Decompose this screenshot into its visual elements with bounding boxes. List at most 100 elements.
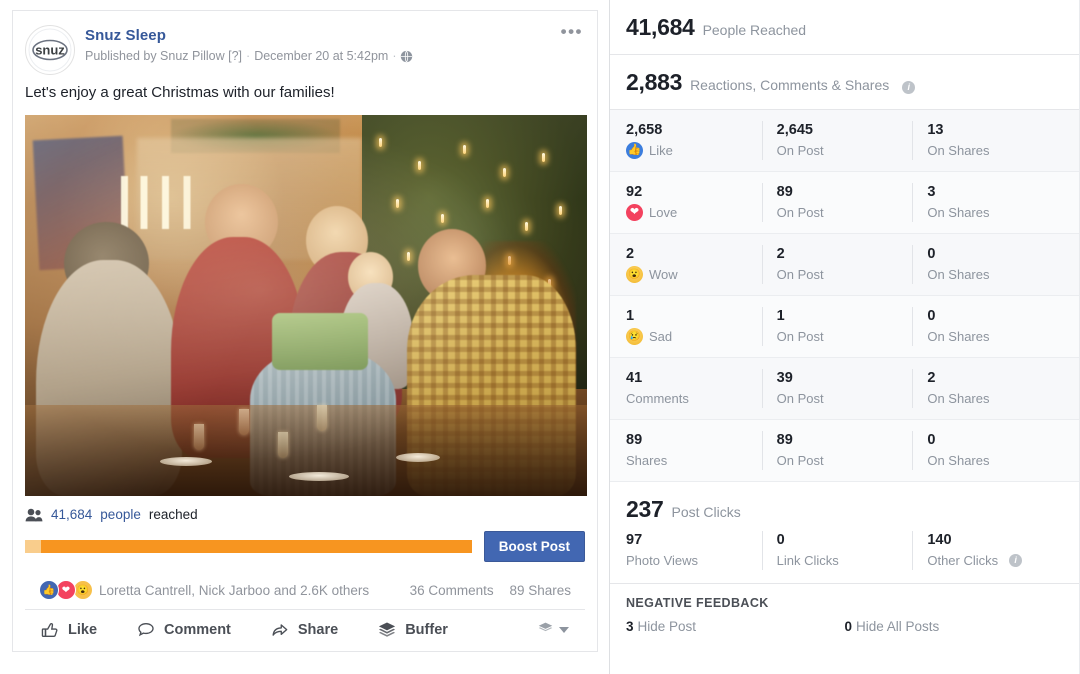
post-clicks-value: 237 <box>626 496 664 522</box>
engagement-counts: 36 Comments 89 Shares <box>398 583 571 598</box>
buffer-button[interactable]: Buffer <box>378 621 448 639</box>
like-button-label: Like <box>68 622 98 638</box>
reach-bar-fill <box>41 540 472 553</box>
stat-on-shares-value: 0 <box>927 308 936 324</box>
clicks-value: 0 <box>776 532 785 548</box>
shares-count[interactable]: 89 Shares <box>509 583 571 598</box>
post-meta: Published by Snuz Pillow [?] · December … <box>85 48 413 65</box>
stat-cell-on-shares: 13 On Shares <box>912 121 1063 160</box>
post-insights-screen: snuz Snuz Sleep Published by Snuz Pillow… <box>0 0 1080 674</box>
post-timestamp[interactable]: December 20 at 5:42pm <box>254 48 388 65</box>
stat-cell-on-shares: 3 On Shares <box>912 183 1063 222</box>
clicks-breakdown-row: 97 Photo Views 0 Link Clicks 140 Other C… <box>610 527 1079 584</box>
meta-separator-1: · <box>246 49 251 63</box>
stat-value: 2,658 <box>626 122 663 138</box>
clicks-value: 140 <box>927 532 952 548</box>
stat-on-shares-value: 3 <box>927 184 936 200</box>
reach-count[interactable]: 41,684 <box>51 507 92 522</box>
like-button[interactable]: Like <box>41 621 97 639</box>
page-name[interactable]: Snuz Sleep <box>85 27 413 45</box>
reach-summary: 41,684 people reached <box>25 507 585 522</box>
post-more-options-button[interactable]: ••• <box>561 23 583 40</box>
stat-cell-on-post: 2 On Post <box>761 245 913 284</box>
globe-icon <box>400 50 413 63</box>
stat-label: Comments <box>626 391 689 406</box>
stat-cell-on-post: 89 On Post <box>761 183 913 222</box>
stat-label-wrap: 👍 Like <box>626 141 762 160</box>
stat-cell-on-shares: 0 On Shares <box>912 431 1063 470</box>
stat-label: Shares <box>626 453 668 468</box>
wow-icon: 😮 <box>626 266 643 283</box>
negative-feedback-value: 0 <box>844 619 853 634</box>
stat-cell-on-shares: 0 On Shares <box>912 245 1063 284</box>
boost-post-button[interactable]: Boost Post <box>483 531 585 562</box>
engagement-summary-row: 👍 ❤ 😮 Loretta Cantrell, Nick Jarboo and … <box>25 568 585 610</box>
stat-on-shares-value: 0 <box>927 432 936 448</box>
stat-on-post-value: 89 <box>776 432 793 448</box>
share-button[interactable]: Share <box>271 621 338 639</box>
negative-feedback-item: 3 Hide Post <box>626 619 845 634</box>
stat-value: 2 <box>626 246 635 262</box>
stat-label-wrap: ❤ Love <box>626 203 762 222</box>
post-photo-wrapper <box>13 115 597 496</box>
people-icon <box>25 508 43 522</box>
reach-reached-word: reached <box>148 507 198 522</box>
stat-on-post-value: 2,645 <box>776 122 813 138</box>
stat-on-shares-label: On Shares <box>927 391 990 406</box>
table-row: 2,658 👍 Like 2,645 On Post 13 On Shares <box>610 110 1079 172</box>
table-row: 2 😮 Wow 2 On Post 0 On Shares <box>610 234 1079 296</box>
stat-on-post-label: On Post <box>776 329 824 344</box>
reactor-names[interactable]: Loretta Cantrell, Nick Jarboo and 2.6K o… <box>99 583 369 598</box>
stat-on-post-value: 1 <box>776 308 785 324</box>
stat-on-post-label: On Post <box>776 453 824 468</box>
avatar[interactable]: snuz <box>25 25 75 75</box>
reactions-total-row: 2,883 Reactions, Comments & Shares i <box>610 55 1079 110</box>
clicks-cell-link-clicks: 0 Link Clicks <box>761 531 913 570</box>
comments-count[interactable]: 36 Comments <box>410 583 494 598</box>
clicks-label: Link Clicks <box>776 553 839 568</box>
share-button-label: Share <box>297 622 339 638</box>
people-reached-label: People Reached <box>702 22 807 38</box>
stat-cell-on-post: 1 On Post <box>761 307 913 346</box>
stat-value: 89 <box>626 432 643 448</box>
post-preview-pane: snuz Snuz Sleep Published by Snuz Pillow… <box>0 0 610 674</box>
comment-button[interactable]: Comment <box>137 621 231 639</box>
stat-on-shares-value: 2 <box>927 370 936 386</box>
clicks-value: 97 <box>626 532 643 548</box>
clicks-label: Photo Views <box>626 553 699 568</box>
reactions-info-icon[interactable]: i <box>902 80 916 94</box>
stat-cell-on-post: 39 On Post <box>761 369 913 408</box>
post-photo[interactable] <box>25 115 587 496</box>
stat-label: Love <box>649 205 678 220</box>
stat-cell-total: 2 😮 Wow <box>626 245 762 284</box>
reach-people-word[interactable]: people <box>100 507 141 522</box>
buffer-options-dropdown[interactable] <box>538 621 569 639</box>
buffer-stack-icon <box>378 621 396 639</box>
stat-on-shares-label: On Shares <box>927 205 990 220</box>
comment-button-label: Comment <box>164 622 231 638</box>
stat-on-shares-label: On Shares <box>927 267 990 282</box>
other-clicks-info-icon[interactable]: i <box>1009 554 1023 567</box>
buffer-small-icon <box>538 621 553 639</box>
table-row: 1 😢 Sad 1 On Post 0 On Shares <box>610 296 1079 358</box>
stat-on-shares-value: 0 <box>927 246 936 262</box>
stat-cell-total: 41 Comments <box>626 369 762 408</box>
stat-value: 1 <box>626 308 635 324</box>
stat-value: 41 <box>626 370 643 386</box>
insights-pane: 41,684 People Reached 2,883 Reactions, C… <box>610 0 1079 674</box>
stat-cell-on-shares: 0 On Shares <box>912 307 1063 346</box>
reactions-total-label: Reactions, Comments & Shares <box>690 77 890 93</box>
negative-feedback-row: 3 Hide Post 0 Hide All Posts <box>610 616 1079 634</box>
stat-label: Wow <box>649 267 678 282</box>
reaction-chips[interactable]: 👍 ❤ 😮 Loretta Cantrell, Nick Jarboo and … <box>39 580 369 600</box>
thumbs-up-icon <box>41 621 59 639</box>
stat-label-wrap: Shares <box>626 451 762 470</box>
clicks-cell-other-clicks: 140 Other Clicks i <box>912 531 1063 570</box>
post-header: snuz Snuz Sleep Published by Snuz Pillow… <box>13 11 597 77</box>
chevron-down-icon <box>559 627 569 633</box>
negative-feedback-title: NEGATIVE FEEDBACK <box>626 596 769 610</box>
stat-cell-total: 92 ❤ Love <box>626 183 762 222</box>
stat-on-post-label: On Post <box>776 143 824 158</box>
clicks-label-wrap: Other Clicks i <box>927 551 1063 570</box>
table-row: 41 Comments 39 On Post 2 On Shares <box>610 358 1079 420</box>
